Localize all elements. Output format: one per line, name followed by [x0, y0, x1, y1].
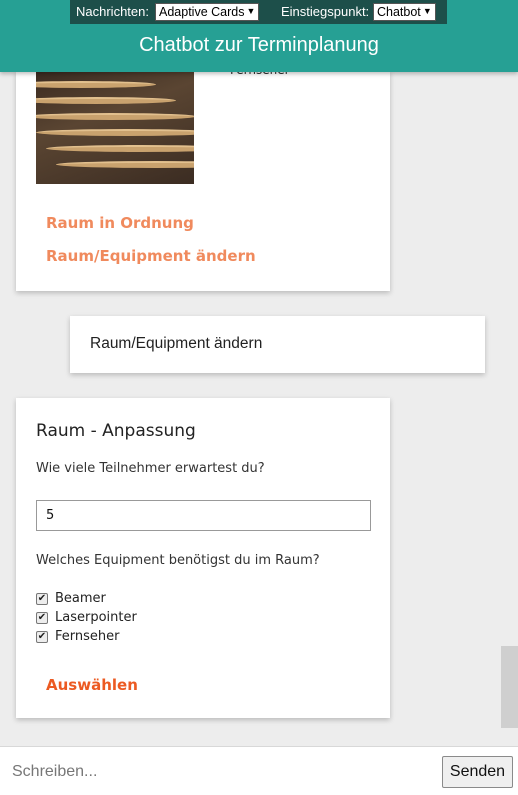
change-room-button[interactable]: Raum/Equipment ändern [46, 247, 256, 265]
messages-select[interactable]: Adaptive Cards ▼ [155, 3, 260, 21]
room-adjustment-card: Raum - Anpassung Wie viele Teilnehmer er… [16, 398, 390, 718]
checkbox-checked-icon[interactable]: ✔ [36, 612, 48, 624]
dropdown-arrow-icon: ▼ [422, 6, 432, 16]
entry-point-label: Einstiegspunkt: [281, 4, 370, 19]
dropdown-arrow-icon: ▼ [246, 6, 256, 16]
message-composer: Senden [0, 746, 518, 795]
checkbox-checked-icon[interactable]: ✔ [36, 593, 48, 605]
user-message-bubble: Raum/Equipment ändern [70, 316, 485, 373]
room-card: Fernseher Raum in Ordnung Raum/Equipment… [16, 63, 390, 291]
submit-button[interactable]: Auswählen [46, 676, 138, 694]
scrollbar-thumb[interactable] [501, 646, 518, 728]
checkbox-checked-icon[interactable]: ✔ [36, 631, 48, 643]
send-button[interactable]: Senden [442, 756, 513, 788]
user-message-text: Raum/Equipment ändern [90, 335, 263, 352]
conference-room-image [36, 71, 194, 184]
entry-point-select[interactable]: Chatbot ▼ [373, 3, 436, 21]
card-title: Raum - Anpassung [36, 421, 196, 441]
messages-label: Nachrichten: [76, 4, 149, 19]
message-input[interactable] [0, 747, 438, 795]
app-header: Nachrichten: Adaptive Cards ▼ Einstiegsp… [0, 0, 518, 72]
equipment-question: Welches Equipment benötigst du im Raum? [36, 553, 320, 568]
room-ok-button[interactable]: Raum in Ordnung [46, 214, 194, 232]
page-title: Chatbot zur Terminplanung [139, 34, 379, 56]
participants-question: Wie viele Teilnehmer erwartest du? [36, 461, 265, 476]
settings-bar: Nachrichten: Adaptive Cards ▼ Einstiegsp… [70, 0, 447, 24]
participants-input[interactable]: 5 [36, 500, 371, 531]
